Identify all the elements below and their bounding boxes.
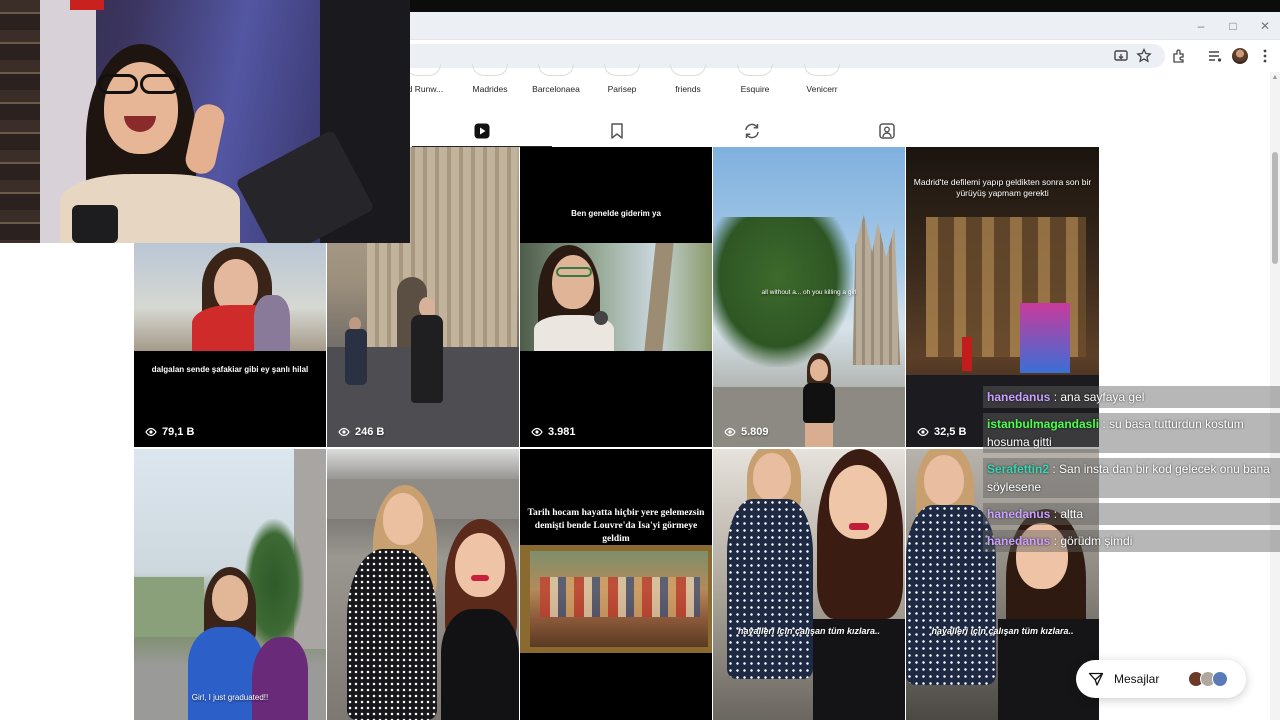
chat-username: hanedanus — [987, 390, 1051, 404]
chat-message: hanedanus : görüdm şimdi — [983, 530, 1280, 552]
view-count: 3.981 — [531, 426, 576, 438]
chat-message: hanedanus : ana sayfaya gel — [983, 386, 1280, 408]
person-figure — [184, 247, 304, 351]
more-menu-icon[interactable] — [1255, 46, 1275, 66]
person-figure — [717, 449, 813, 720]
reel-caption: dalgalan sende şafakiar gibi ey şanlı hi… — [151, 365, 309, 374]
painting-figures — [540, 577, 700, 617]
browser-profile-avatar[interactable] — [1232, 48, 1248, 64]
person-figure — [345, 317, 367, 387]
restore-icon[interactable]: □ — [1218, 13, 1248, 39]
flag — [962, 337, 972, 371]
view-count: 32,5 B — [917, 426, 966, 438]
scroll-up-icon[interactable]: ▲ — [1271, 74, 1279, 82]
reel-caption: Girl, I just graduated!! — [191, 693, 269, 702]
person-figure — [813, 449, 905, 720]
tab-saved[interactable] — [608, 122, 626, 140]
chat-message: Serafettin2 : San insta dan bir kod gele… — [983, 458, 1280, 498]
reel-thumbnail[interactable]: Ben genelde giderim ya 3.981 — [520, 147, 712, 447]
chat-message: istanbulmagandasli : su basa tutturdun k… — [983, 413, 1280, 453]
person-figure — [407, 297, 447, 417]
chat-text: : ana sayfaya gel — [1050, 390, 1145, 404]
chat-username: hanedanus — [987, 507, 1051, 521]
tab-tagged[interactable] — [878, 122, 896, 140]
saved-icon — [611, 123, 623, 139]
avatar — [1212, 671, 1228, 687]
view-count: 246 B — [338, 426, 384, 438]
highlight-item[interactable]: Venicerr — [777, 64, 867, 98]
bookshelf — [0, 0, 40, 243]
highlight-ring — [604, 64, 640, 76]
person-figure — [534, 245, 630, 351]
eye-icon — [338, 427, 350, 437]
reposts-icon — [745, 123, 759, 139]
highlight-ring — [670, 64, 706, 76]
reel-caption: hayalleri için çalışan tüm kızlara.. — [931, 626, 1074, 636]
tab-reposts[interactable] — [743, 122, 761, 140]
highlight-ring — [538, 64, 574, 76]
chat-username: hanedanus — [987, 534, 1051, 548]
media-controls-icon[interactable] — [1205, 46, 1225, 66]
reel-thumbnail[interactable]: hayalleri için çalışan tüm kızlara.. — [713, 449, 905, 720]
highlight-ring — [472, 64, 508, 76]
eye-icon — [724, 427, 736, 437]
view-count-label: 5.809 — [741, 426, 769, 438]
tagged-icon — [879, 123, 895, 139]
screen: – □ ✕ ▲ rid Runw... Madrides Barcelonaea… — [0, 0, 1280, 720]
microphone — [72, 205, 118, 243]
view-count-label: 246 B — [355, 426, 385, 438]
chat-username: Serafettin2 — [987, 462, 1050, 476]
install-app-icon[interactable] — [1111, 46, 1131, 66]
view-count-label: 79,1 B — [162, 426, 195, 438]
chat-message: hanedanus : altta — [983, 503, 1280, 525]
person-figure — [437, 519, 519, 720]
reel-thumbnail[interactable] — [327, 449, 519, 720]
reel-caption: Tarih hocam hayatta hiçbir yere gelemezs… — [527, 508, 705, 544]
eye-icon — [531, 427, 543, 437]
extensions-icon[interactable] — [1169, 46, 1189, 66]
reel-thumbnail[interactable]: Girl, I just graduated!! — [134, 449, 326, 720]
highlight-ring — [804, 64, 840, 76]
reel-thumbnail[interactable]: Tarih hocam hayatta hiçbir yere gelemezs… — [520, 449, 712, 720]
bookmark-star-icon[interactable] — [1134, 46, 1154, 66]
person-figure — [337, 485, 447, 720]
reel-caption: hayalleri için çalışan tüm kızlara.. — [737, 626, 881, 636]
reel-thumbnail[interactable]: all without a... oh you killing a girl 5… — [713, 147, 905, 447]
messages-label: Mesajlar — [1114, 672, 1160, 686]
view-count-label: 3.981 — [548, 426, 576, 438]
stage-screen — [1020, 303, 1070, 373]
reel-caption: Ben genelde giderim ya — [571, 209, 661, 218]
chat-text: : altta — [1050, 507, 1084, 521]
messages-button[interactable]: Mesajlar — [1076, 660, 1246, 698]
view-count-label: 32,5 B — [934, 426, 967, 438]
close-icon[interactable]: ✕ — [1250, 13, 1280, 39]
highlight-ring — [405, 64, 441, 76]
person-figure — [797, 353, 841, 447]
reels-icon — [474, 123, 490, 139]
red-accent — [70, 0, 104, 10]
send-icon — [1088, 672, 1104, 686]
highlight-label: Venicerr — [806, 84, 838, 94]
eye-icon — [145, 427, 157, 437]
chat-username: istanbulmagandasli — [987, 417, 1100, 431]
view-count: 79,1 B — [145, 426, 194, 438]
reel-caption: all without a... oh you killing a girl — [761, 289, 857, 296]
reel-caption: Madrid'te defilemi yapıp geldikten sonra… — [913, 177, 1092, 199]
webcam-overlay — [0, 0, 410, 243]
view-count: 5.809 — [724, 426, 769, 438]
chat-text: : görüdm şimdi — [1050, 534, 1133, 548]
eye-icon — [917, 427, 929, 437]
tab-reels[interactable] — [473, 122, 491, 140]
stream-chat-overlay: hanedanus : ana sayfaya gel istanbulmaga… — [983, 386, 1280, 557]
scrollbar-thumb[interactable] — [1272, 152, 1278, 264]
minimize-icon[interactable]: – — [1186, 13, 1216, 39]
highlight-ring — [737, 64, 773, 76]
